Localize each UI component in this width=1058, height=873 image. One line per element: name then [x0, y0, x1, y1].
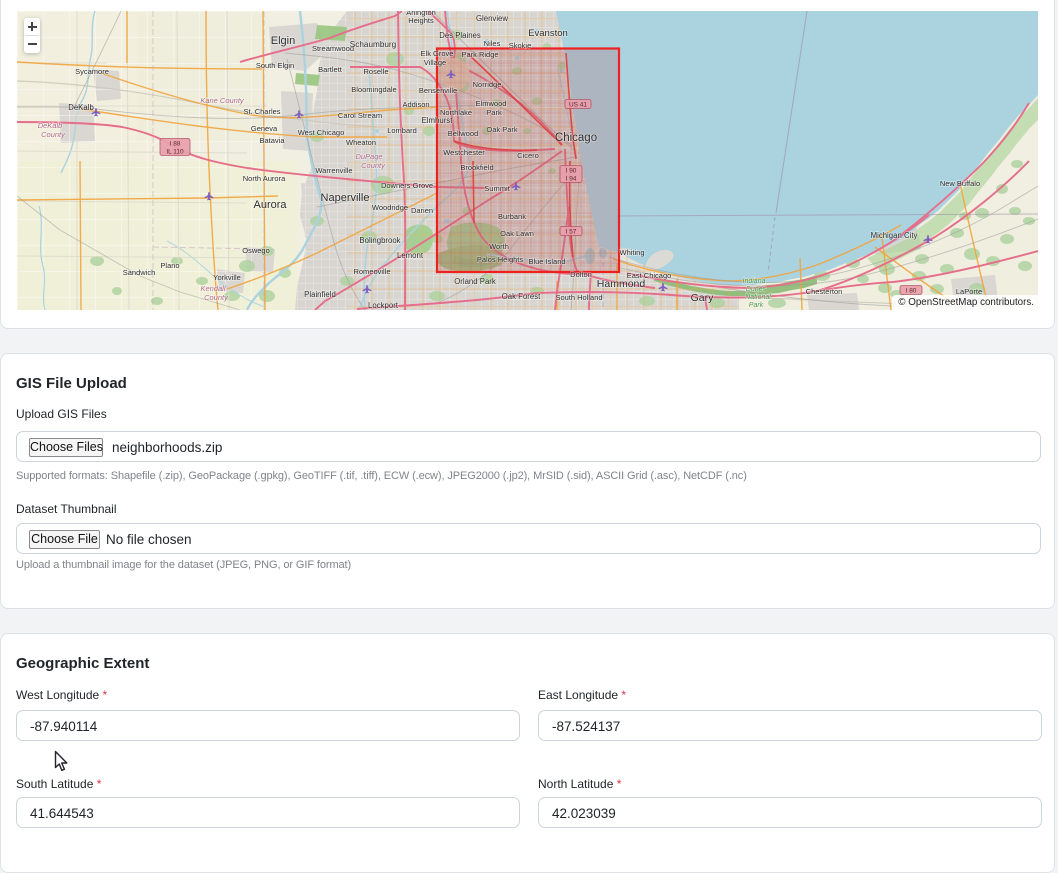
svg-text:Park: Park: [486, 108, 502, 117]
svg-text:Plainfield: Plainfield: [304, 290, 336, 299]
svg-text:Plano: Plano: [160, 261, 179, 270]
svg-text:Darien: Darien: [411, 206, 433, 215]
svg-text:Worth: Worth: [489, 242, 509, 251]
svg-text:Niles: Niles: [484, 39, 501, 48]
svg-text:I 90: I 90: [566, 168, 577, 175]
svg-text:DeKalb: DeKalb: [68, 103, 94, 112]
svg-text:Streamwood: Streamwood: [312, 44, 354, 53]
svg-text:Village: Village: [424, 58, 446, 67]
svg-text:Batavia: Batavia: [259, 136, 285, 145]
svg-text:Des Plaines: Des Plaines: [439, 31, 481, 40]
svg-text:Michigan City: Michigan City: [871, 231, 918, 240]
svg-text:St. Charles: St. Charles: [243, 107, 280, 116]
svg-text:Chicago: Chicago: [555, 132, 597, 144]
svg-text:Geneva: Geneva: [251, 124, 278, 133]
svg-text:National: National: [745, 294, 771, 301]
svg-text:Park: Park: [749, 302, 764, 309]
svg-text:Naperville: Naperville: [321, 192, 370, 204]
svg-text:Oak Park: Oak Park: [486, 125, 518, 134]
svg-text:Glenview: Glenview: [476, 14, 508, 23]
svg-text:Dolton: Dolton: [570, 270, 592, 279]
svg-text:Romeoville: Romeoville: [353, 267, 390, 276]
svg-text:Sycamore: Sycamore: [75, 67, 109, 76]
svg-text:Northlake: Northlake: [440, 108, 472, 117]
svg-text:County: County: [361, 161, 386, 170]
svg-text:IL 110: IL 110: [166, 149, 184, 156]
svg-text:US 41: US 41: [569, 102, 587, 109]
svg-text:Bolingbrook: Bolingbrook: [359, 236, 400, 245]
svg-text:Blue Island: Blue Island: [528, 257, 565, 266]
svg-text:Whiting: Whiting: [619, 248, 644, 257]
svg-text:Bellwood: Bellwood: [448, 129, 478, 138]
svg-text:Elmhurst: Elmhurst: [422, 116, 454, 125]
svg-text:Schaumburg: Schaumburg: [350, 40, 397, 49]
svg-text:Yorkville: Yorkville: [213, 273, 241, 282]
svg-text:Summit: Summit: [484, 184, 510, 193]
svg-text:I 57: I 57: [566, 229, 577, 236]
svg-text:Downers Grove: Downers Grove: [381, 181, 433, 190]
svg-text:Orland Park: Orland Park: [454, 277, 496, 286]
svg-text:Bensenville: Bensenville: [419, 86, 457, 95]
svg-text:Oak Lawn: Oak Lawn: [500, 229, 534, 238]
svg-text:I 88: I 88: [170, 141, 181, 148]
svg-text:Dunes: Dunes: [746, 286, 767, 293]
svg-text:Oswego: Oswego: [242, 246, 270, 255]
svg-text:North Aurora: North Aurora: [243, 174, 286, 183]
svg-text:Wheaton: Wheaton: [346, 138, 376, 147]
svg-text:Gary: Gary: [691, 292, 715, 304]
svg-text:Addison: Addison: [402, 100, 429, 109]
svg-text:Heights: Heights: [408, 16, 434, 25]
svg-text:Chesterton: Chesterton: [806, 287, 843, 296]
svg-text:Lockport: Lockport: [368, 301, 399, 310]
svg-text:Park Ridge: Park Ridge: [461, 50, 498, 59]
svg-text:Elgin: Elgin: [271, 35, 295, 47]
svg-text:New Buffalo: New Buffalo: [940, 179, 980, 188]
svg-text:County: County: [41, 130, 66, 139]
svg-text:Skokie: Skokie: [509, 41, 532, 50]
svg-text:Kane County: Kane County: [200, 96, 245, 105]
svg-text:Roselle: Roselle: [363, 67, 388, 76]
svg-text:Norridge: Norridge: [473, 80, 502, 89]
svg-text:Carol Stream: Carol Stream: [338, 111, 382, 120]
svg-text:Lemont: Lemont: [397, 251, 424, 260]
svg-text:Palos Heights: Palos Heights: [477, 255, 524, 264]
svg-text:Aurora: Aurora: [253, 199, 287, 211]
svg-text:Westchester: Westchester: [443, 148, 485, 157]
svg-text:Elk Grove: Elk Grove: [421, 49, 454, 58]
svg-text:Elmwood: Elmwood: [476, 99, 507, 108]
svg-text:East Chicago: East Chicago: [627, 271, 672, 280]
svg-text:Evanston: Evanston: [528, 28, 568, 39]
svg-text:Sandwich: Sandwich: [123, 268, 156, 277]
svg-text:South Elgin: South Elgin: [256, 61, 294, 70]
svg-text:Warrenville: Warrenville: [315, 166, 352, 175]
svg-text:Woodridge: Woodridge: [372, 203, 408, 212]
svg-text:Lombard: Lombard: [387, 126, 417, 135]
svg-text:Cicero: Cicero: [517, 151, 539, 160]
svg-text:Burbank: Burbank: [498, 212, 526, 221]
svg-text:Indiana: Indiana: [743, 278, 766, 285]
svg-text:County: County: [204, 293, 229, 302]
svg-text:Oak Forest: Oak Forest: [502, 292, 541, 301]
svg-text:DuPage: DuPage: [355, 152, 382, 161]
svg-text:I 80: I 80: [906, 288, 917, 295]
svg-text:West Chicago: West Chicago: [298, 128, 345, 137]
svg-text:South Holland: South Holland: [555, 293, 602, 302]
svg-text:Bartlett: Bartlett: [318, 65, 343, 74]
svg-text:Kendall: Kendall: [200, 284, 225, 293]
svg-text:I 94: I 94: [566, 176, 577, 183]
svg-text:DeKalb: DeKalb: [38, 121, 63, 130]
svg-text:Bloomingdale: Bloomingdale: [351, 85, 396, 94]
svg-text:Brookfield: Brookfield: [460, 163, 493, 172]
